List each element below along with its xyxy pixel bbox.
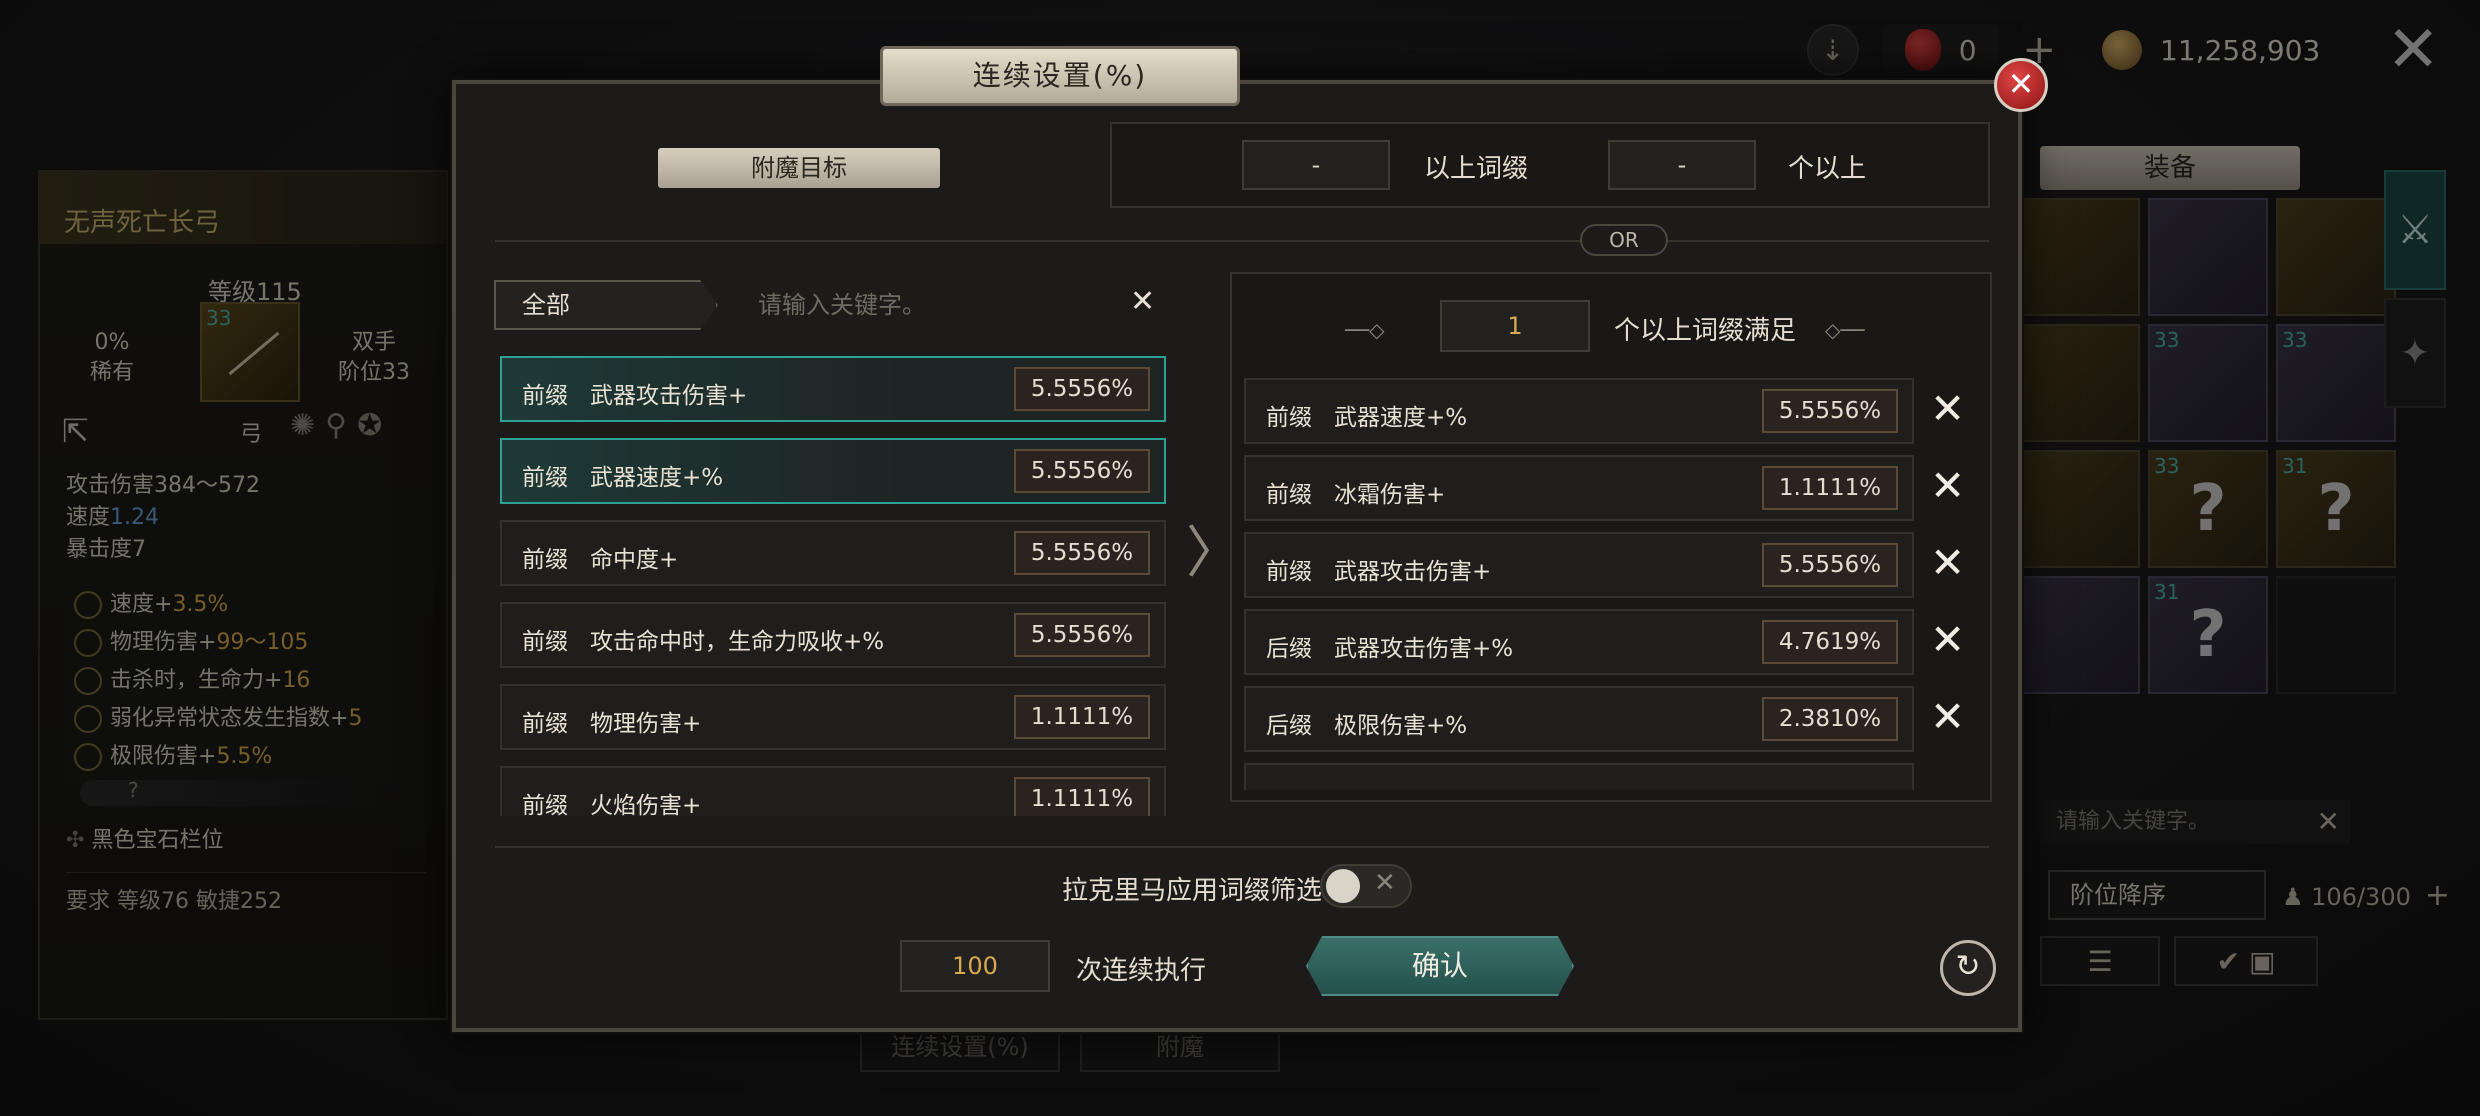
affix-name: 命中度+ xyxy=(590,547,679,573)
selected-affix-row: 后缀 极限伤害+% 2.3810% xyxy=(1244,686,1914,752)
affix-probability: 2.3810% xyxy=(1762,697,1898,741)
affix-option-row[interactable]: 前缀 物理伤害+ 1.1111% xyxy=(500,684,1166,750)
clear-keyword-icon[interactable]: ✕ xyxy=(1130,284,1155,319)
remove-affix-icon[interactable]: ✕ xyxy=(1930,615,1965,664)
affix-probability: 1.1111% xyxy=(1014,695,1150,739)
satisfy-count-input[interactable]: 1 xyxy=(1440,300,1590,352)
affix-probability: 1.1111% xyxy=(1762,466,1898,510)
confirm-button[interactable]: 确认 xyxy=(1306,936,1574,996)
affix-name: 物理伤害+ xyxy=(590,711,702,737)
affix-type: 前缀 xyxy=(522,465,568,491)
affix-count-condition: - 以上词缀 - 个以上 xyxy=(1110,122,1990,208)
affix-type: 前缀 xyxy=(1266,559,1312,585)
ornament-right-icon: ◇── xyxy=(1825,318,1865,342)
execution-count-input[interactable]: 100 xyxy=(900,940,1050,992)
affix-name: 武器速度+% xyxy=(1334,405,1468,431)
affix-option-row[interactable]: 前缀 攻击命中时，生命力吸收+% 5.5556% xyxy=(500,602,1166,668)
affix-name: 冰霜伤害+ xyxy=(1334,482,1446,508)
affix-probability: 5.5556% xyxy=(1014,613,1150,657)
reset-icon[interactable]: ↻ xyxy=(1940,940,1996,996)
affix-min-input[interactable]: - xyxy=(1242,140,1390,190)
remove-affix-icon[interactable]: ✕ xyxy=(1930,461,1965,510)
or-label: OR xyxy=(1580,224,1668,256)
selected-affix-row: 后缀 武器攻击伤害+% 4.7619% xyxy=(1244,609,1914,675)
affix-option-row[interactable]: 前缀 武器攻击伤害+ 5.5556% xyxy=(500,356,1166,422)
keyword-search-input[interactable]: 请输入关键字。 xyxy=(740,280,1170,330)
remove-affix-icon[interactable]: ✕ xyxy=(1930,538,1965,587)
bottom-divider xyxy=(495,846,1989,848)
selected-affix-row: 前缀 武器攻击伤害+ 5.5556% xyxy=(1244,532,1914,598)
affix-option-row[interactable]: 前缀 武器速度+% 5.5556% xyxy=(500,438,1166,504)
affix-name: 极限伤害+% xyxy=(1334,713,1468,739)
affix-count-label: 个以上 xyxy=(1788,154,1867,184)
affix-name: 武器攻击伤害+% xyxy=(1334,636,1514,662)
affix-probability: 4.7619% xyxy=(1762,620,1898,664)
execution-count-label: 次连续执行 xyxy=(1076,956,1207,986)
affix-count-input[interactable]: - xyxy=(1608,140,1756,190)
remove-affix-icon[interactable]: ✕ xyxy=(1930,692,1965,741)
selected-affix-row xyxy=(1244,763,1914,790)
affix-min-label: 以上词缀 xyxy=(1424,154,1529,184)
ornament-left-icon: ──◇ xyxy=(1345,318,1385,342)
category-dropdown[interactable]: 全部 xyxy=(494,280,718,330)
affix-name: 武器攻击伤害+ xyxy=(590,383,748,409)
affix-probability: 5.5556% xyxy=(1014,449,1150,493)
or-divider xyxy=(495,240,1989,242)
affix-name: 武器攻击伤害+ xyxy=(1334,559,1492,585)
toggle-knob xyxy=(1326,869,1360,903)
affix-probability: 1.1111% xyxy=(1014,777,1150,816)
toggle-off-icon: ✕ xyxy=(1374,868,1396,898)
modal-title: 连续设置(%) xyxy=(880,46,1240,106)
affix-type: 后缀 xyxy=(1266,636,1312,662)
rakrima-filter-label: 拉克里马应用词缀筛选 xyxy=(1062,876,1323,906)
affix-type: 前缀 xyxy=(522,383,568,409)
affix-source-list: 前缀 武器攻击伤害+ 5.5556% 前缀 武器速度+% 5.5556% 前缀 命中度+ 5.5… xyxy=(496,356,1172,816)
affix-probability: 5.5556% xyxy=(1762,543,1898,587)
affix-type: 前缀 xyxy=(522,629,568,655)
affix-probability: 5.5556% xyxy=(1762,389,1898,433)
rakrima-filter-toggle[interactable]: ✕ xyxy=(1320,864,1412,908)
affix-type: 前缀 xyxy=(522,793,568,816)
affix-name: 火焰伤害+ xyxy=(590,793,702,816)
affix-name: 武器速度+% xyxy=(590,465,724,491)
selected-affix-row: 前缀 冰霜伤害+ 1.1111% xyxy=(1244,455,1914,521)
satisfy-label: 个以上词缀满足 xyxy=(1614,316,1797,346)
affix-name: 攻击命中时，生命力吸收+% xyxy=(590,629,885,655)
enchant-target-label: 附魔目标 xyxy=(658,148,940,188)
affix-probability: 5.5556% xyxy=(1014,367,1150,411)
affix-type: 前缀 xyxy=(1266,482,1312,508)
affix-option-row[interactable]: 前缀 命中度+ 5.5556% xyxy=(500,520,1166,586)
remove-affix-icon[interactable]: ✕ xyxy=(1930,384,1965,433)
affix-type: 前缀 xyxy=(522,547,568,573)
affix-type: 前缀 xyxy=(522,711,568,737)
selected-affix-list: 前缀 武器速度+% 5.5556% ✕ 前缀 冰霜伤害+ 1.1111% ✕ 前缀 武器攻击伤害+… xyxy=(1244,378,1984,790)
affix-type: 后缀 xyxy=(1266,713,1312,739)
affix-probability: 5.5556% xyxy=(1014,531,1150,575)
selected-affix-row: 前缀 武器速度+% 5.5556% xyxy=(1244,378,1914,444)
affix-option-row[interactable]: 前缀 火焰伤害+ 1.1111% xyxy=(500,766,1166,816)
modal-close-button[interactable]: ✕ xyxy=(1994,58,2048,112)
affix-type: 前缀 xyxy=(1266,405,1312,431)
